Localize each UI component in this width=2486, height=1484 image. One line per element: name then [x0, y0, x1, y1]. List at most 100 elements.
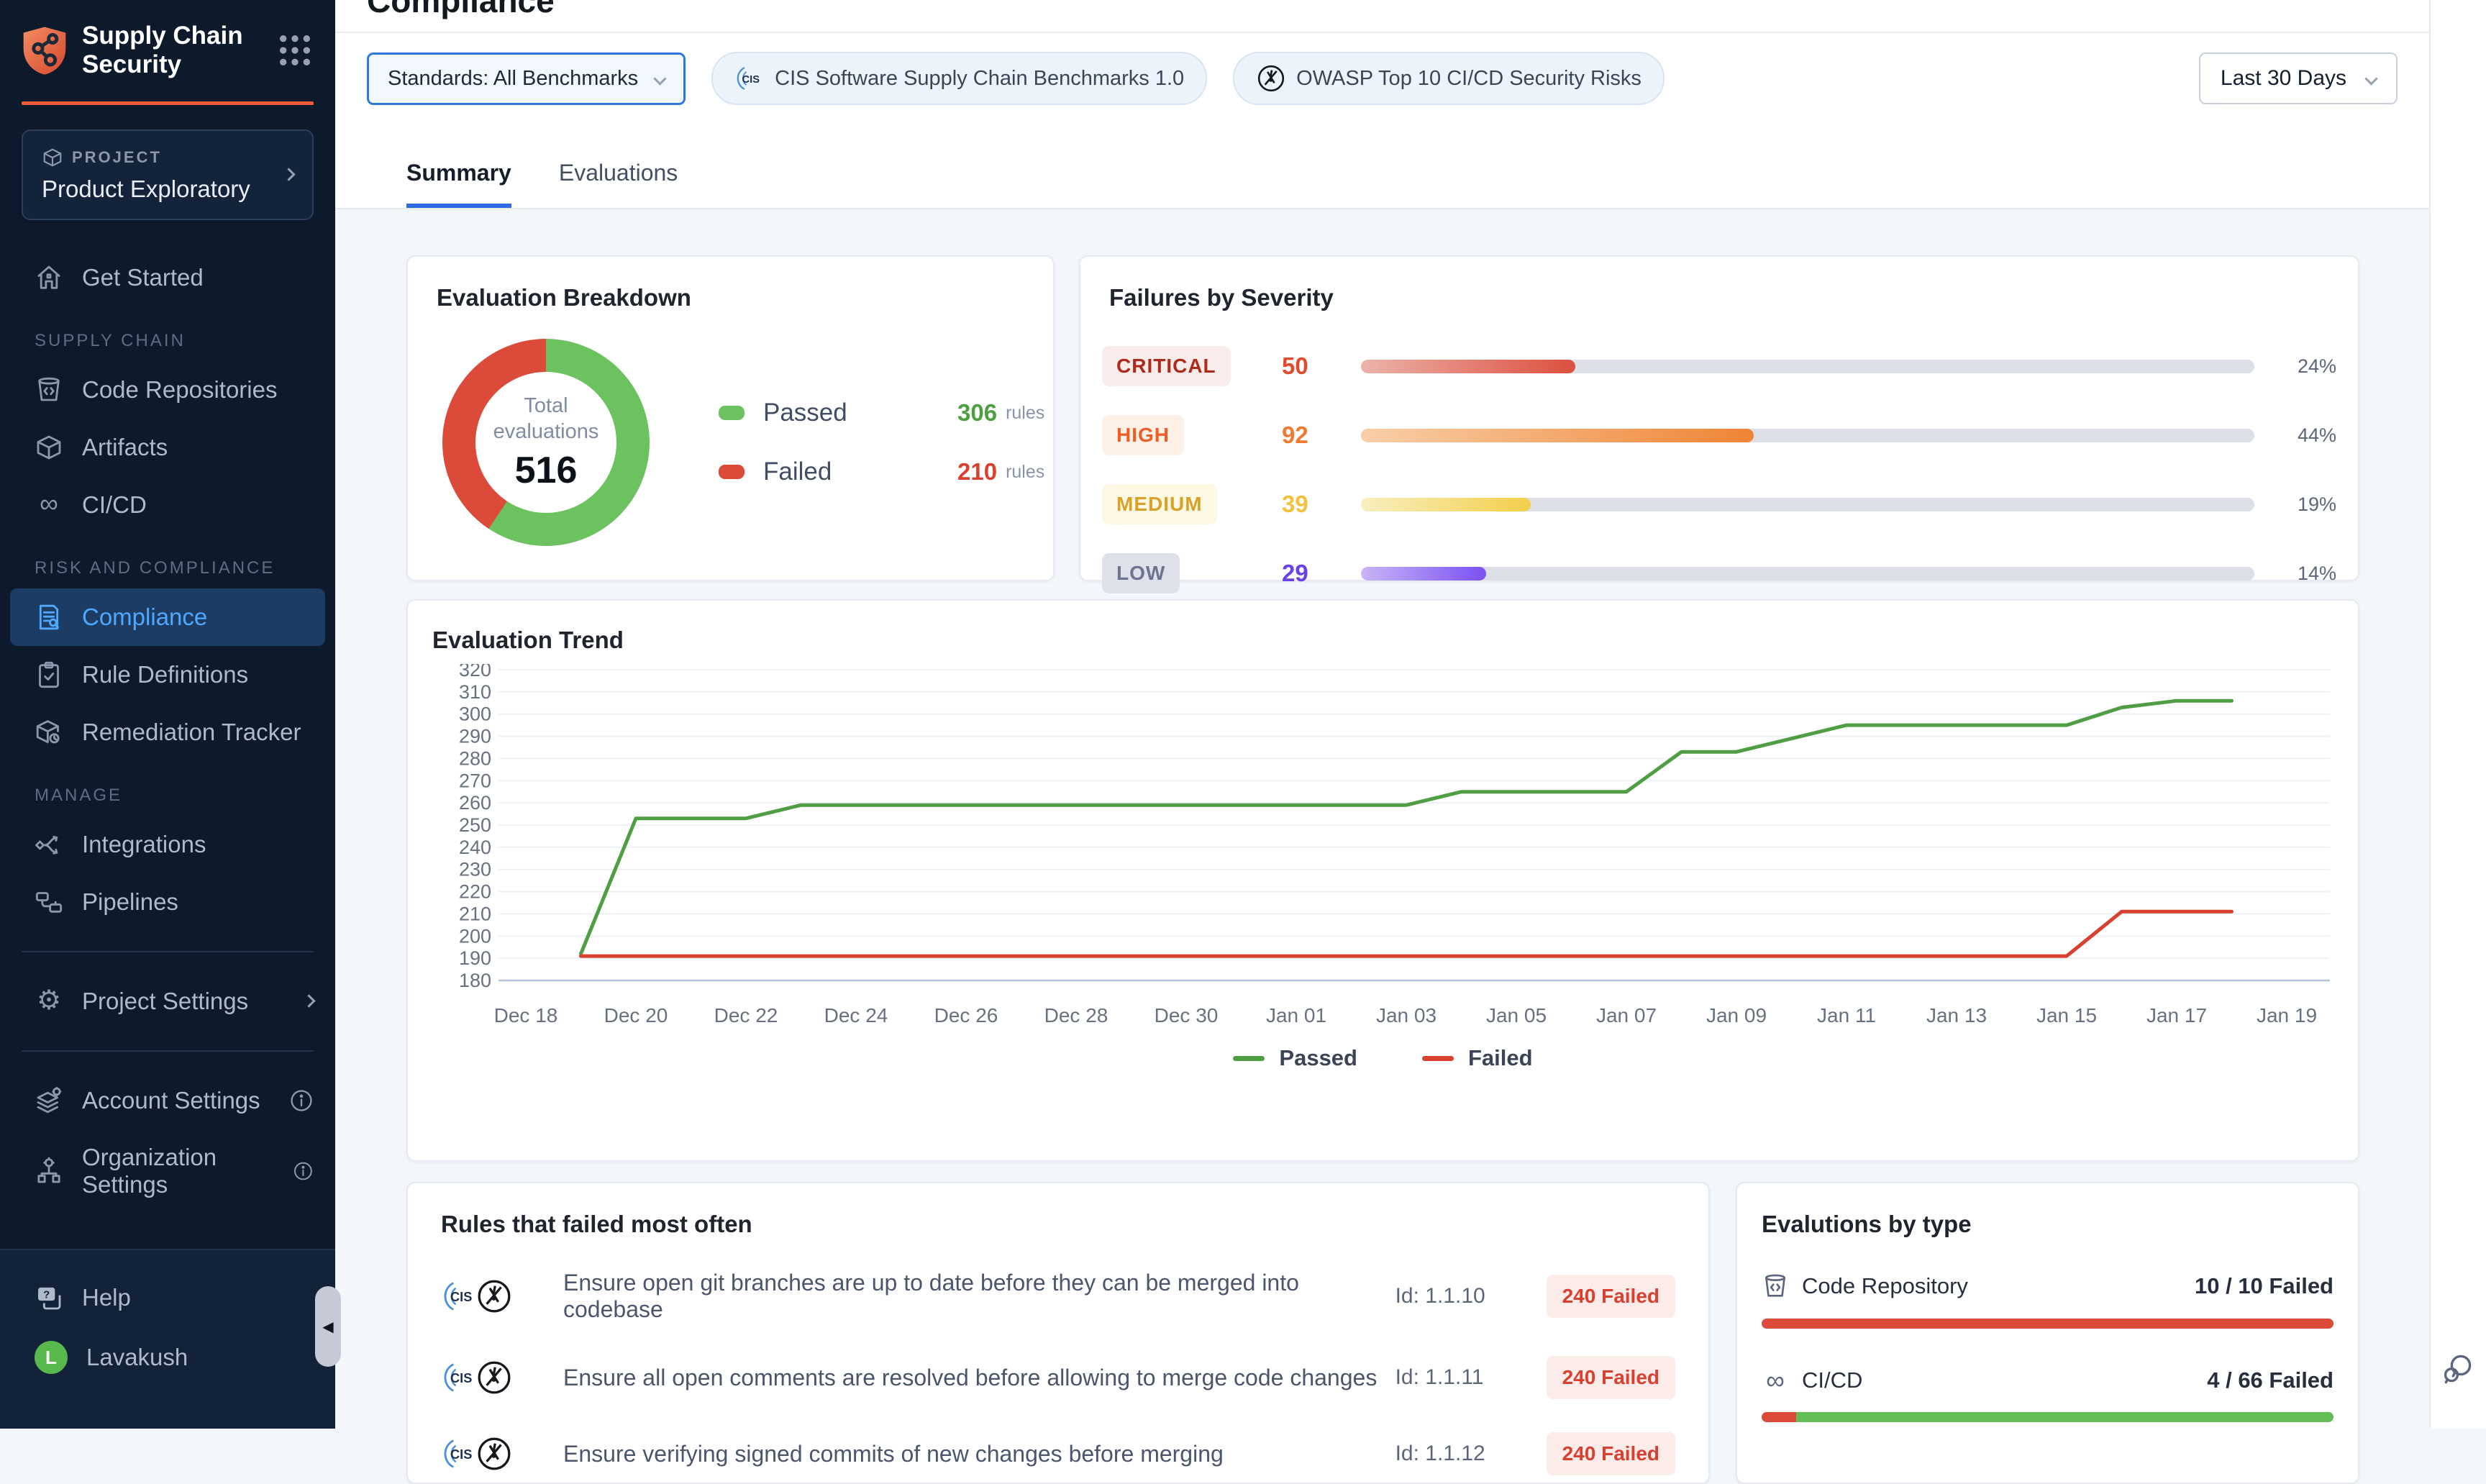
evaluations-by-type-card: Evalutions by type Code Repository 10 / …: [1736, 1182, 2359, 1484]
main-area: Compliance Standards: All Benchmarks CIS…: [335, 0, 2429, 1429]
sidebar-section-manage: MANAGE: [0, 761, 335, 816]
evaluation-donut: Total evaluations 516: [442, 339, 650, 546]
rule-row[interactable]: CIS Ensure verifying signed commits of n…: [441, 1432, 1675, 1475]
benchmark-pill-owasp[interactable]: OWASP Top 10 CI/CD Security Risks: [1233, 52, 1665, 105]
sidebar-item-account-settings[interactable]: Account Settings: [0, 1072, 335, 1129]
severity-badge: LOW: [1102, 553, 1180, 593]
tab-bar: Summary Evaluations: [406, 160, 678, 208]
rule-text: Ensure verifying signed commits of new c…: [563, 1441, 1395, 1467]
svg-text:Dec 30: Dec 30: [1155, 1004, 1219, 1026]
svg-text:260: 260: [459, 792, 491, 814]
benchmark-pill-cis[interactable]: CIS CIS Software Supply Chain Benchmarks…: [711, 52, 1207, 105]
chevron-right-icon: [282, 168, 295, 181]
evaluation-trend-card: Evaluation Trend 18019020021022023024025…: [406, 599, 2359, 1162]
sidebar-item-help[interactable]: ? Help: [0, 1269, 335, 1326]
severity-badge: MEDIUM: [1102, 484, 1217, 524]
svg-text:Jan 11: Jan 11: [1817, 1004, 1876, 1026]
svg-text:Jan 13: Jan 13: [1926, 1004, 1987, 1026]
card-title: Failures by Severity: [1109, 284, 2336, 311]
page-header: Compliance Standards: All Benchmarks CIS…: [335, 0, 2429, 209]
rule-id: Id: 1.1.10: [1395, 1284, 1518, 1308]
tab-evaluations[interactable]: Evaluations: [559, 160, 678, 208]
cube-icon: [42, 147, 63, 168]
severity-row-medium: MEDIUM 39 19%: [1102, 484, 2336, 524]
severity-bar: [1361, 429, 2254, 442]
sidebar-item-cicd[interactable]: ∞ CI/CD: [0, 476, 335, 534]
info-icon: [293, 1159, 314, 1183]
cis-logo-icon: CIS: [441, 1278, 478, 1315]
sidebar-item-integrations[interactable]: Integrations: [0, 816, 335, 873]
standards-filter-dropdown[interactable]: Standards: All Benchmarks: [367, 53, 686, 105]
svg-text:Jan 07: Jan 07: [1596, 1004, 1657, 1026]
owasp-logo-icon: [475, 1278, 513, 1315]
severity-badge: CRITICAL: [1102, 346, 1231, 386]
svg-text:190: 190: [459, 947, 491, 969]
sidebar-item-get-started[interactable]: Get Started: [0, 249, 335, 306]
svg-text:Dec 24: Dec 24: [824, 1004, 888, 1026]
svg-text:Jan 19: Jan 19: [2257, 1004, 2317, 1026]
card-title: Rules that failed most often: [441, 1211, 1675, 1238]
rule-failed-badge: 240 Failed: [1547, 1275, 1675, 1318]
rule-id: Id: 1.1.11: [1395, 1365, 1518, 1390]
project-selector[interactable]: PROJECT Product Exploratory: [22, 129, 314, 220]
svg-text:270: 270: [459, 770, 491, 791]
app-switcher-grid-icon[interactable]: [275, 30, 315, 70]
infinity-icon: ∞: [35, 491, 63, 519]
sidebar-item-remediation-tracker[interactable]: Remediation Tracker: [0, 704, 335, 761]
card-title: Evalutions by type: [1762, 1211, 2334, 1238]
svg-text:280: 280: [459, 747, 491, 769]
sidebar-item-code-repositories[interactable]: Code Repositories: [0, 361, 335, 419]
date-range-dropdown[interactable]: Last 30 Days: [2199, 53, 2398, 104]
evaluation-breakdown-card: Evaluation Breakdown Total evaluations 5…: [406, 255, 1055, 581]
project-name: Product Exploratory: [42, 176, 284, 203]
content-area: Evaluation Breakdown Total evaluations 5…: [335, 209, 2429, 1429]
page-title: Compliance: [367, 0, 555, 20]
brand-accent-line: [22, 101, 314, 105]
sidebar-item-project-settings[interactable]: ⚙ Project Settings: [0, 973, 335, 1030]
owasp-logo-icon: [475, 1435, 513, 1472]
svg-text:Dec 22: Dec 22: [714, 1004, 778, 1026]
help-chat-icon: ?: [35, 1283, 63, 1312]
svg-text:CIS: CIS: [450, 1371, 472, 1385]
breakdown-legend: Passed 306 rules Failed 210 rules: [719, 399, 1044, 486]
sidebar-collapse-handle[interactable]: ◀: [315, 1286, 341, 1367]
donut-total-value: 516: [515, 449, 578, 492]
pipelines-icon: [35, 888, 63, 916]
type-failed-value: 4 / 66 Failed: [2207, 1367, 2334, 1393]
severity-row-high: HIGH 92 44%: [1102, 415, 2336, 455]
sidebar-user[interactable]: L Lavakush: [0, 1326, 335, 1388]
sidebar-item-organization-settings[interactable]: Organization Settings: [0, 1129, 335, 1213]
svg-text:Jan 09: Jan 09: [1706, 1004, 1767, 1026]
tab-summary[interactable]: Summary: [406, 160, 511, 208]
legend-item-failed: Failed: [1422, 1045, 1533, 1071]
severity-percent: 19%: [2279, 493, 2336, 516]
sidebar-item-artifacts[interactable]: Artifacts: [0, 419, 335, 476]
svg-text:Jan 03: Jan 03: [1376, 1004, 1436, 1026]
layers-gear-icon: [35, 1086, 63, 1115]
sidebar-item-pipelines[interactable]: Pipelines: [0, 873, 335, 931]
rule-row[interactable]: CIS Ensure all open comments are resolve…: [441, 1356, 1675, 1399]
svg-text:Dec 26: Dec 26: [934, 1004, 998, 1026]
svg-text:230: 230: [459, 859, 491, 880]
sidebar-item-compliance[interactable]: Compliance: [10, 588, 325, 646]
chat-feedback-icon[interactable]: [2440, 1352, 2474, 1387]
sidebar-item-rule-definitions[interactable]: Rule Definitions: [0, 646, 335, 704]
gear-icon: ⚙: [35, 987, 63, 1016]
user-name: Lavakush: [86, 1344, 188, 1371]
info-icon: [289, 1088, 314, 1113]
filter-row: Standards: All Benchmarks CIS CIS Softwa…: [367, 52, 2398, 105]
cis-logo-icon: CIS: [441, 1435, 478, 1472]
failed-rules-card: Rules that failed most often CIS Ensure …: [406, 1182, 1710, 1484]
sidebar: Supply Chain Security PROJECT Product Ex…: [0, 0, 335, 1429]
severity-row-critical: CRITICAL 50 24%: [1102, 346, 2336, 386]
severity-bar: [1361, 567, 2254, 581]
svg-text:200: 200: [459, 925, 491, 947]
severity-count: 92: [1282, 422, 1361, 449]
type-progress-bar: [1762, 1319, 2334, 1329]
chevron-down-icon: [653, 72, 666, 85]
home-icon: [35, 263, 63, 292]
product-name: Supply Chain Security: [82, 22, 247, 80]
svg-text:210: 210: [459, 903, 491, 924]
rule-failed-badge: 240 Failed: [1547, 1432, 1675, 1475]
rule-row[interactable]: CIS Ensure open git branches are up to d…: [441, 1270, 1675, 1323]
